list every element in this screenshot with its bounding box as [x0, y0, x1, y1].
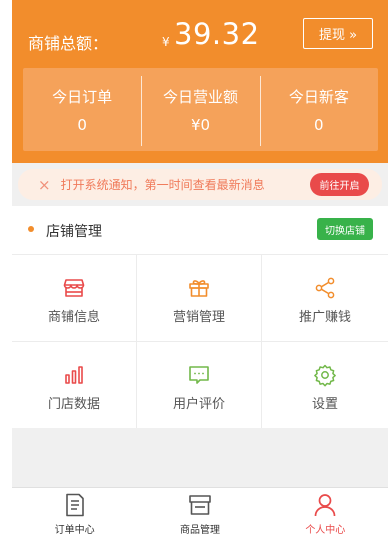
menu-store-data[interactable]: 门店数据	[12, 341, 137, 428]
stat-value: ¥0	[190, 116, 211, 134]
menu-user-reviews[interactable]: 用户评价	[137, 341, 262, 428]
total-currency: ¥	[162, 35, 170, 49]
header: 商铺总额： ¥ 39.32 提现 » 今日订单 0 今日营业额 ¥0 今日新客 …	[12, 0, 388, 163]
gear-icon	[313, 363, 337, 387]
close-icon[interactable]: ×	[38, 176, 51, 194]
share-icon	[313, 276, 337, 300]
tab-goods-management[interactable]: 商品管理	[137, 488, 262, 535]
comment-icon	[187, 363, 211, 387]
tab-label: 订单中心	[54, 525, 95, 535]
stat-today-new-customers[interactable]: 今日新客 0	[259, 68, 378, 151]
notification-banner: × 打开系统通知，第一时间查看最新消息 前往开启	[18, 169, 382, 200]
gift-icon	[187, 276, 211, 300]
enable-notifications-button[interactable]: 前往开启	[310, 173, 369, 196]
stat-today-orders[interactable]: 今日订单 0	[23, 68, 141, 151]
store-menu-grid: 商铺信息 营销管理 推广赚钱 门店数据 用户评价 设置	[12, 254, 388, 428]
menu-label: 用户评价	[172, 397, 225, 412]
bar-chart-icon	[62, 363, 86, 387]
stat-label: 今日订单	[52, 88, 113, 106]
store-management-section: 店铺管理 切换店铺 商铺信息 营销管理 推广赚钱 门店数据 用户评价 设置	[12, 206, 388, 428]
total-label: 商铺总额：	[28, 34, 109, 53]
menu-label: 商铺信息	[47, 310, 100, 325]
stat-today-revenue[interactable]: 今日营业额 ¥0	[141, 68, 259, 151]
menu-store-info[interactable]: 商铺信息	[12, 254, 137, 341]
switch-store-button[interactable]: 切换店铺	[317, 218, 373, 240]
tab-order-center[interactable]: 订单中心	[12, 488, 137, 535]
menu-marketing[interactable]: 营销管理	[137, 254, 262, 341]
user-icon	[312, 492, 338, 518]
menu-label: 推广赚钱	[298, 310, 351, 325]
section-header: 店铺管理 切换店铺	[12, 206, 388, 254]
app-content: 商铺总额： ¥ 39.32 提现 » 今日订单 0 今日营业额 ¥0 今日新客 …	[12, 0, 388, 535]
stat-value: 0	[314, 116, 324, 134]
menu-label: 营销管理	[172, 310, 225, 325]
left-edge-strip	[0, 0, 12, 535]
menu-promote-earn[interactable]: 推广赚钱	[262, 254, 388, 341]
bottom-tab-bar: 订单中心 商品管理 个人中心	[12, 487, 388, 535]
goods-box-icon	[187, 492, 213, 518]
notice-text: 打开系统通知，第一时间查看最新消息	[60, 178, 265, 192]
menu-label: 设置	[311, 397, 338, 412]
menu-settings[interactable]: 设置	[262, 341, 388, 428]
today-stats: 今日订单 0 今日营业额 ¥0 今日新客 0	[23, 68, 378, 151]
withdraw-button[interactable]: 提现 »	[303, 18, 373, 49]
store-icon	[62, 276, 86, 300]
total-amount: 39.32	[174, 17, 260, 51]
menu-label: 门店数据	[47, 397, 100, 412]
tab-label: 商品管理	[179, 525, 220, 535]
section-dot-icon	[28, 226, 34, 232]
order-document-icon	[62, 492, 88, 518]
tab-label: 个人中心	[305, 525, 346, 535]
tab-personal-center[interactable]: 个人中心	[263, 488, 388, 535]
stat-value: 0	[77, 116, 87, 134]
stat-label: 今日新客	[288, 88, 349, 106]
stat-label: 今日营业额	[162, 88, 238, 106]
section-title: 店铺管理	[46, 224, 102, 240]
